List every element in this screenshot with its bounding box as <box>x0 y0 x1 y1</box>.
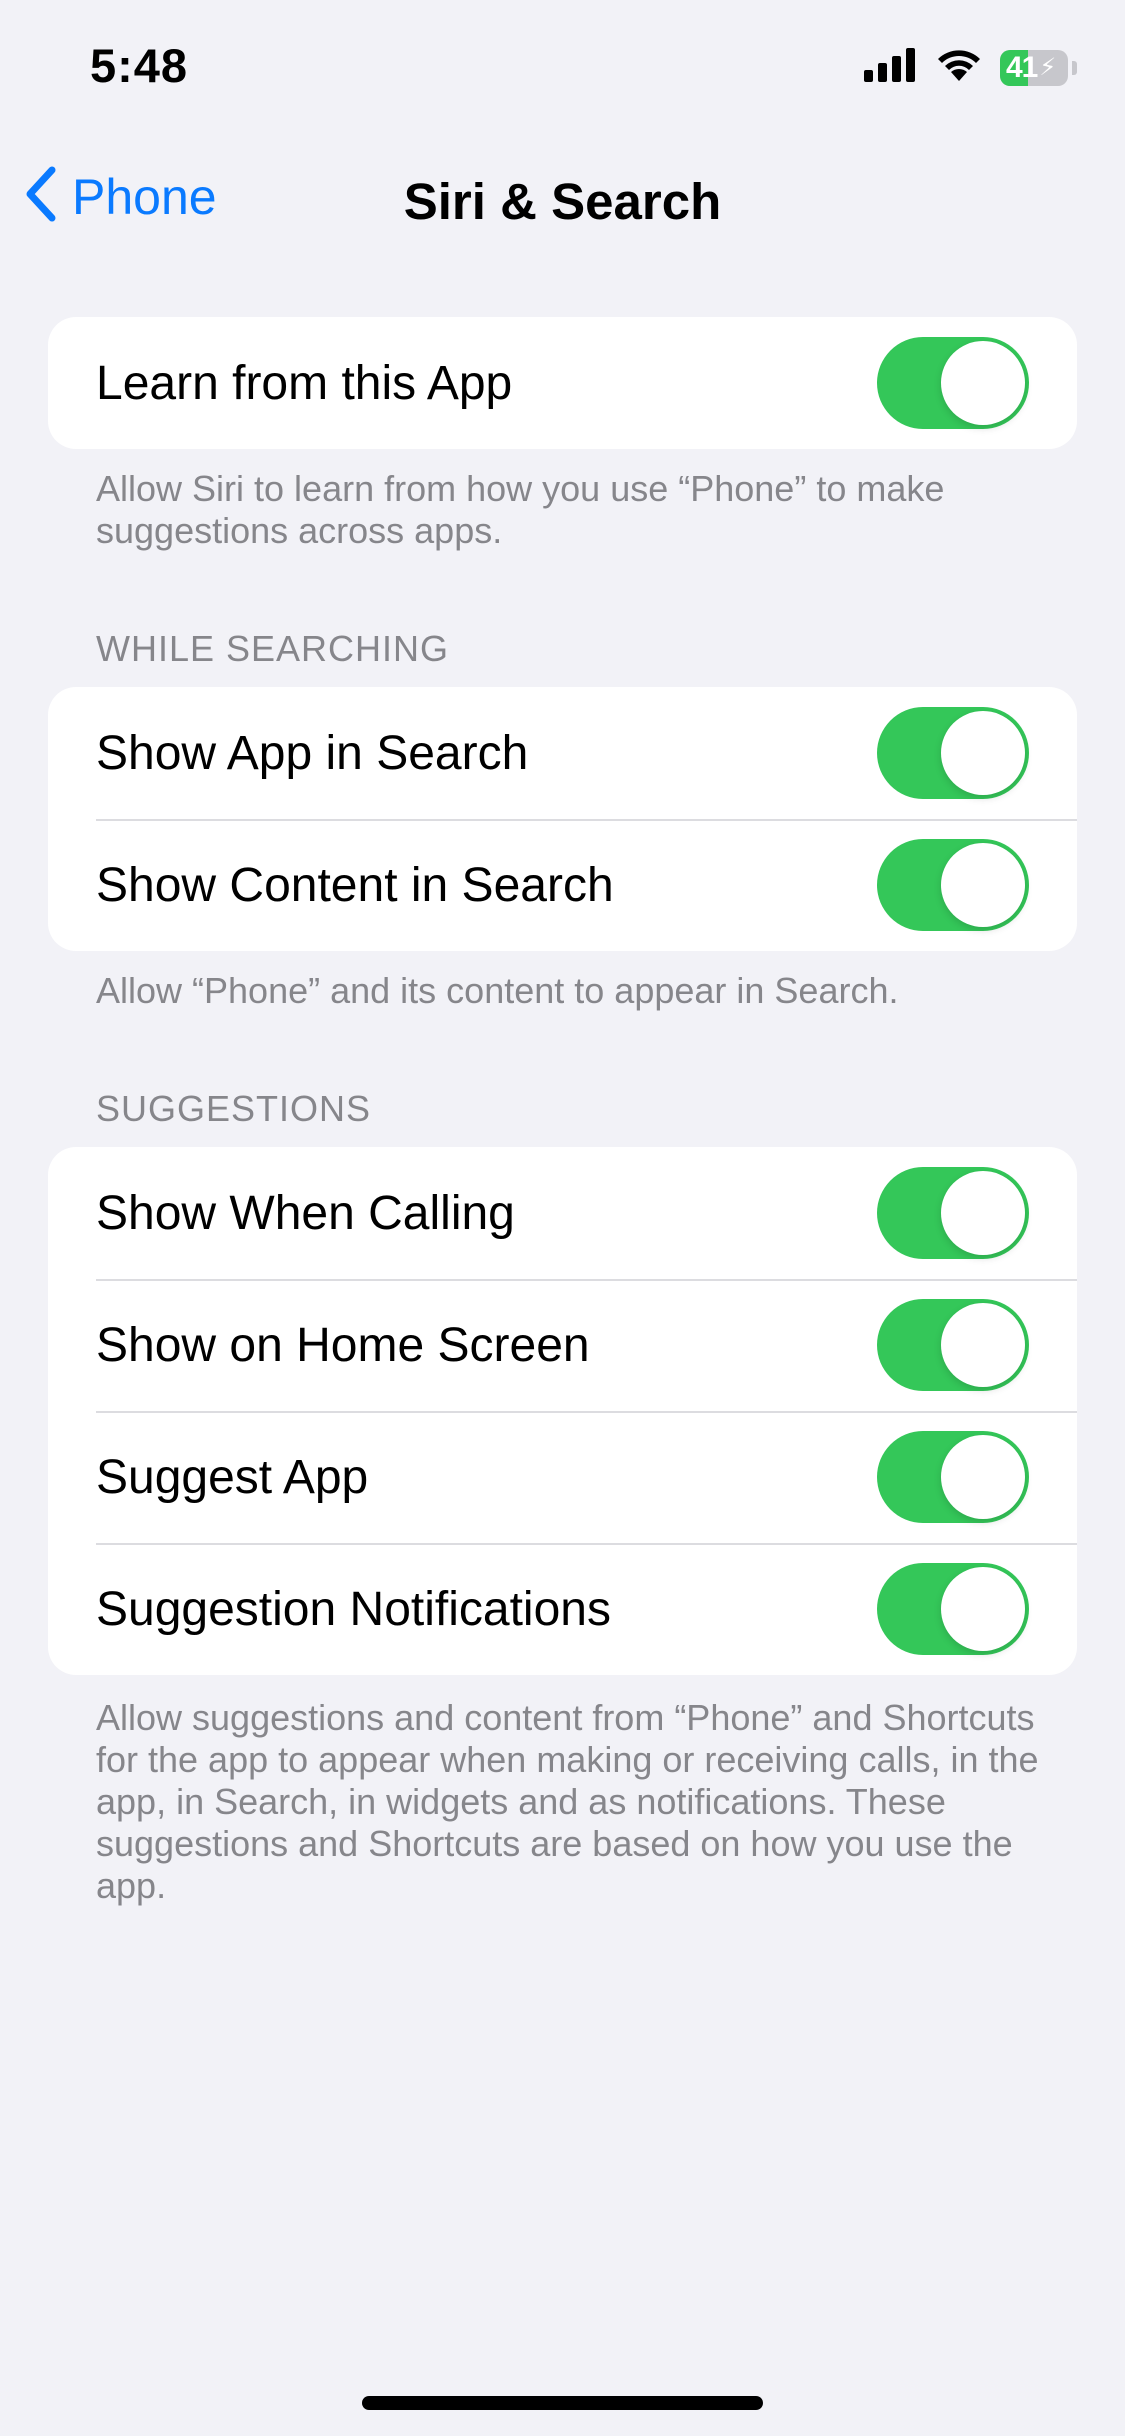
wifi-icon <box>936 48 982 87</box>
toggle-knob <box>941 711 1025 795</box>
show-content-in-search-row: Show Content in Search <box>48 819 1077 951</box>
toggle-knob <box>941 1567 1025 1651</box>
show-on-home-screen-toggle[interactable] <box>877 1299 1029 1391</box>
while-searching-footer: Allow “Phone” and its content to appear … <box>96 970 899 1011</box>
battery-percentage: 41 <box>1006 50 1038 84</box>
show-app-in-search-toggle[interactable] <box>877 707 1029 799</box>
while-searching-group: Show App in Search Show Content in Searc… <box>48 687 1077 951</box>
page-title: Siri & Search <box>403 173 722 230</box>
suggestion-notifications-label: Suggestion Notifications <box>96 1582 611 1636</box>
status-time: 5:48 <box>90 39 189 92</box>
toggle-knob <box>941 1435 1025 1519</box>
toggle-knob <box>941 341 1025 425</box>
status-icons: 41 ⚡ <box>864 48 1077 87</box>
charging-bolt-icon: ⚡ <box>1039 54 1057 81</box>
suggestions-header: SUGGESTIONS <box>96 1088 372 1129</box>
show-on-home-screen-row: Show on Home Screen <box>48 1279 1077 1411</box>
suggestions-group: Show When Calling Show on Home Screen Su… <box>48 1147 1077 1675</box>
home-indicator[interactable] <box>362 2396 763 2410</box>
battery-charging-icon: 41 ⚡ <box>1000 49 1068 86</box>
show-app-in-search-row: Show App in Search <box>48 687 1077 819</box>
learn-from-app-row: Learn from this App <box>48 317 1077 449</box>
status-bar: 5:48 41 ⚡ <box>0 0 1125 140</box>
while-searching-header: WHILE SEARCHING <box>96 628 450 669</box>
cellular-signal-icon <box>864 48 918 87</box>
suggest-app-row: Suggest App <box>48 1411 1077 1543</box>
learn-footer: Allow Siri to learn from how you use “Ph… <box>96 468 945 551</box>
show-when-calling-label: Show When Calling <box>96 1186 515 1240</box>
show-content-in-search-label: Show Content in Search <box>96 858 614 912</box>
learn-group: Learn from this App <box>48 317 1077 449</box>
suggest-app-label: Suggest App <box>96 1450 369 1504</box>
toggle-knob <box>941 1303 1025 1387</box>
suggest-app-toggle[interactable] <box>877 1431 1029 1523</box>
suggestion-notifications-row: Suggestion Notifications <box>48 1543 1077 1675</box>
battery-cap <box>1072 60 1077 75</box>
show-content-in-search-toggle[interactable] <box>877 839 1029 931</box>
suggestion-notifications-toggle[interactable] <box>877 1563 1029 1655</box>
navigation-bar: Phone Siri & Search <box>0 150 1125 250</box>
suggestions-footer: Allow suggestions and content from “Phon… <box>96 1697 1039 1906</box>
show-on-home-screen-label: Show on Home Screen <box>96 1318 590 1372</box>
show-app-in-search-label: Show App in Search <box>96 726 529 780</box>
learn-from-app-label: Learn from this App <box>96 356 513 410</box>
show-when-calling-row: Show When Calling <box>48 1147 1077 1279</box>
show-when-calling-toggle[interactable] <box>877 1167 1029 1259</box>
toggle-knob <box>941 843 1025 927</box>
learn-from-app-toggle[interactable] <box>877 337 1029 429</box>
toggle-knob <box>941 1171 1025 1255</box>
